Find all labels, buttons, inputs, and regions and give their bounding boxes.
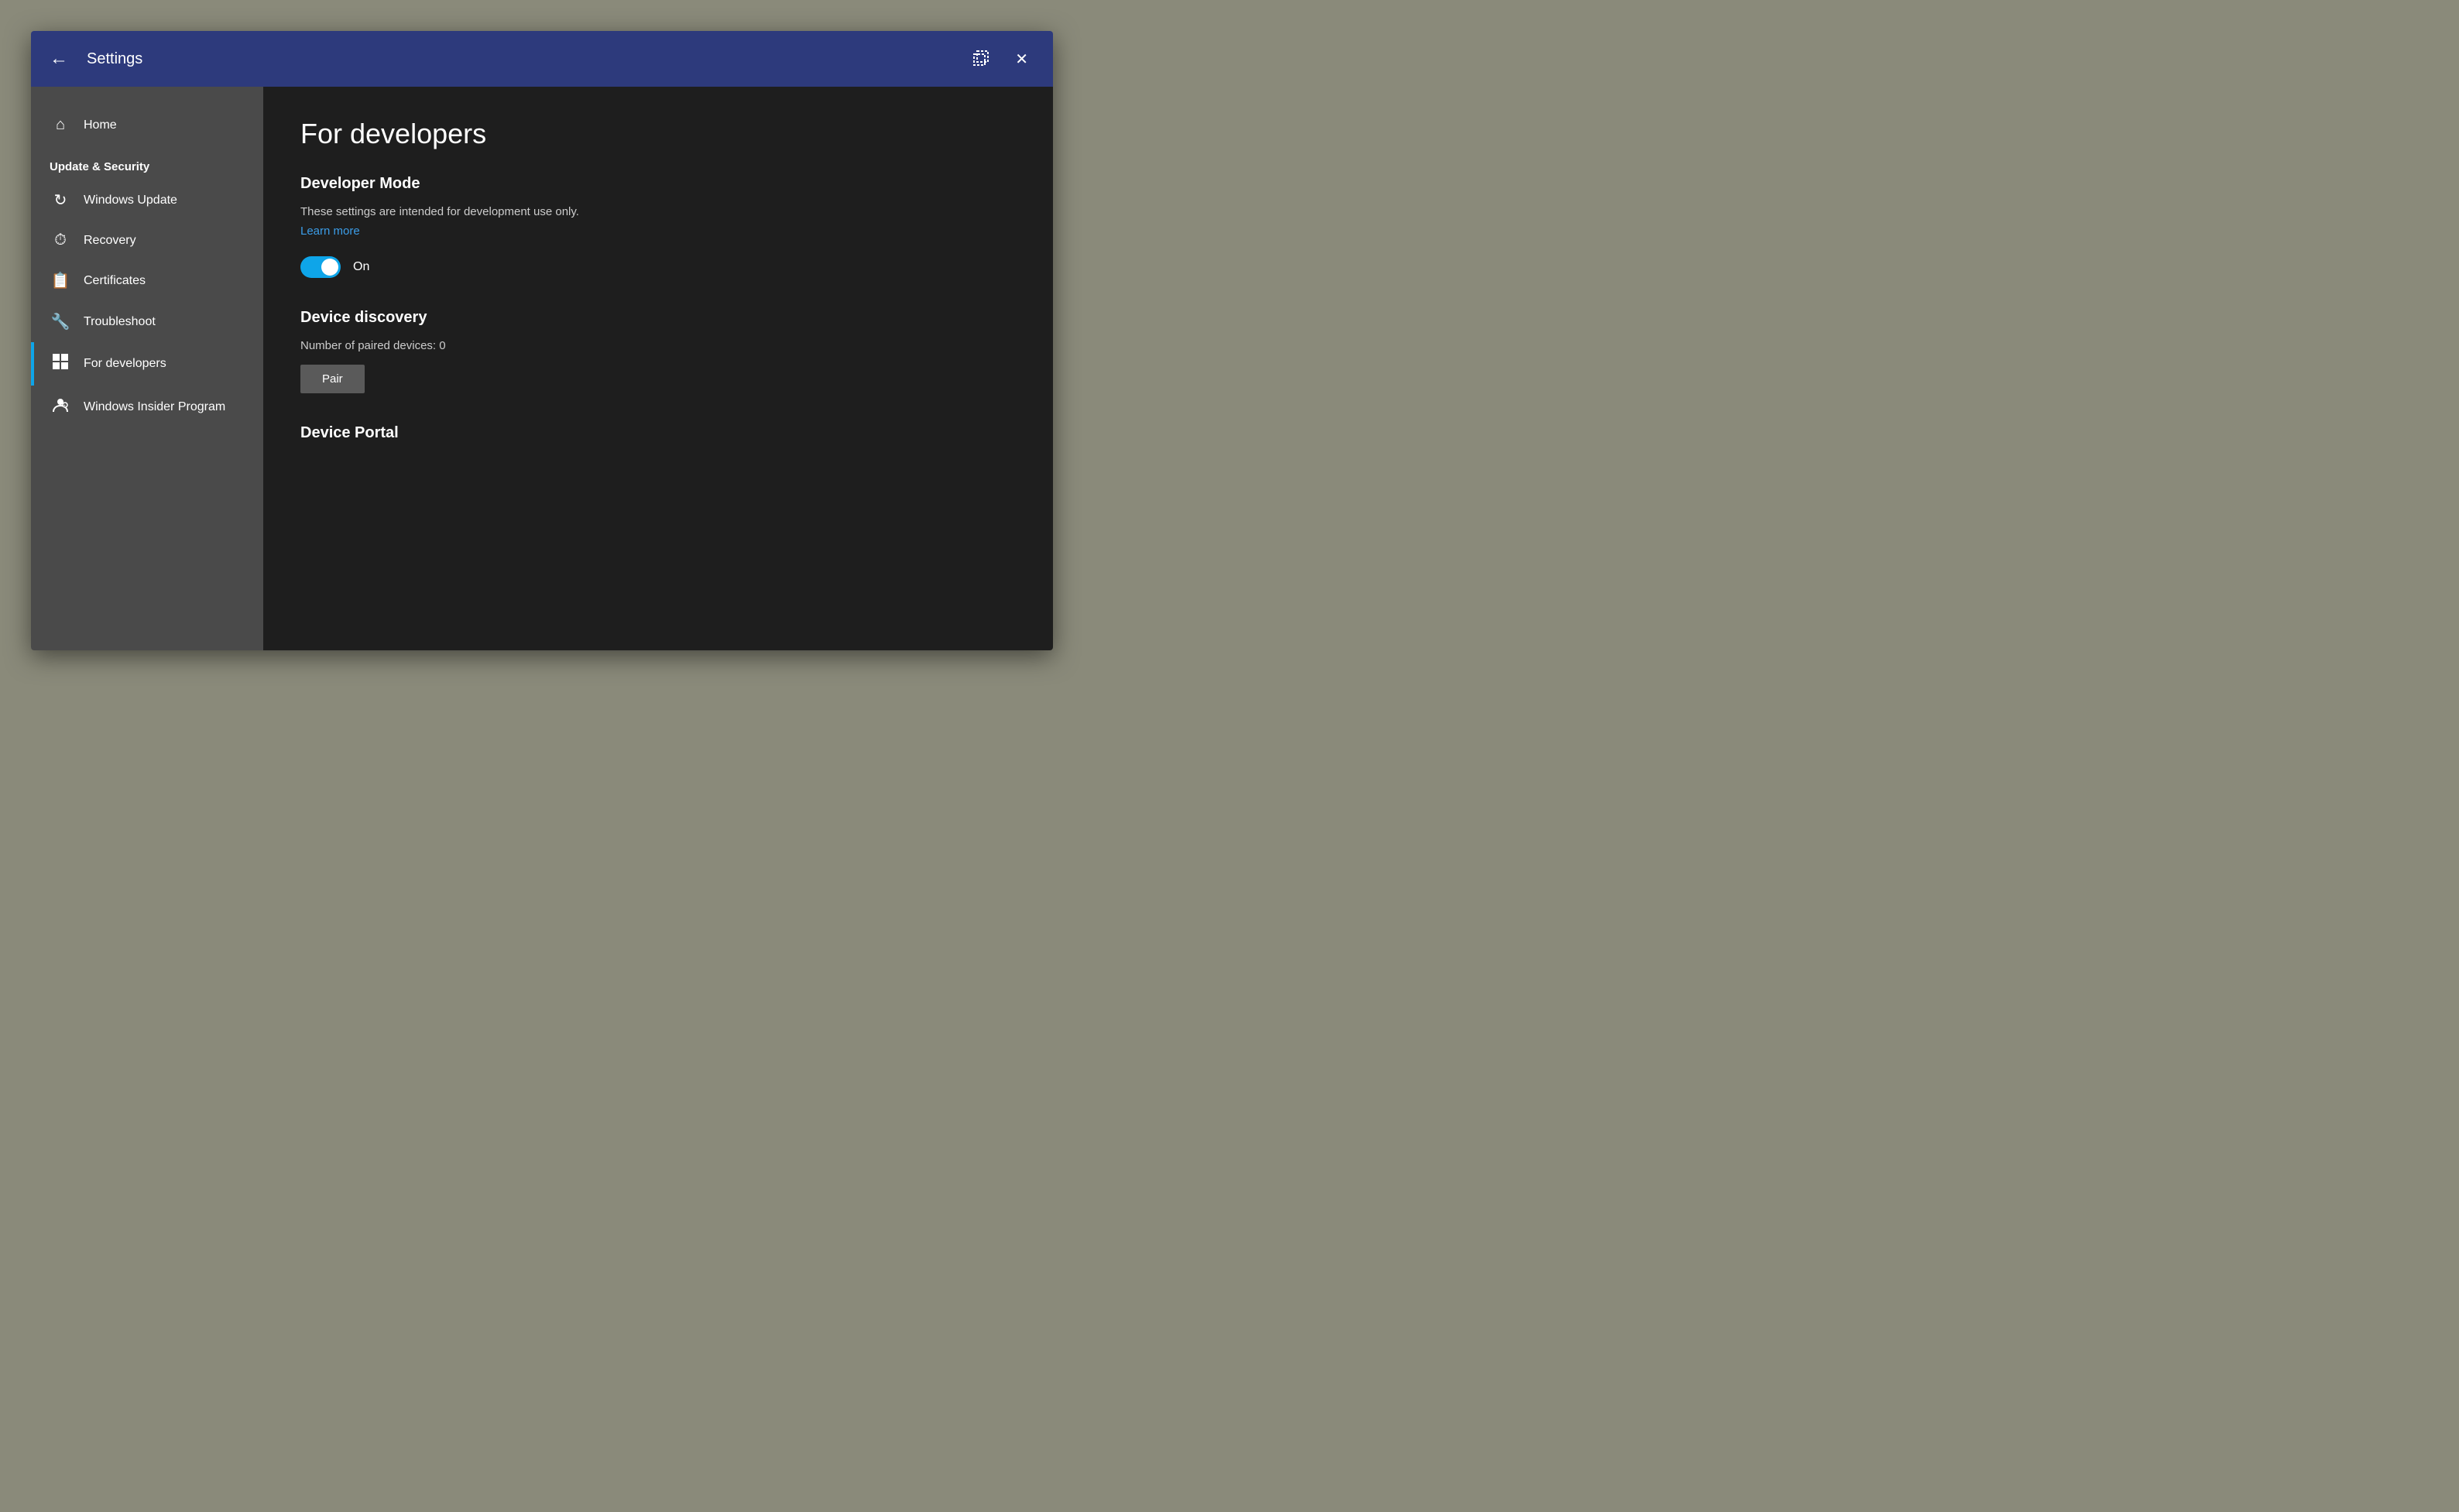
sidebar-item-troubleshoot[interactable]: 🔧 Troubleshoot: [31, 301, 263, 342]
restore-icon: [973, 50, 990, 67]
developer-mode-title: Developer Mode: [300, 175, 1016, 193]
sidebar-item-certificates[interactable]: 📋 Certificates: [31, 260, 263, 301]
back-button[interactable]: ←: [50, 48, 68, 70]
sidebar: ⌂ Home Update & Security ↻ Windows Updat…: [31, 87, 263, 650]
page-title: For developers: [300, 118, 1016, 150]
paired-devices-count: Number of paired devices: 0: [300, 339, 1016, 352]
window-title: Settings: [87, 50, 967, 68]
svg-text:+: +: [63, 404, 67, 409]
restore-button[interactable]: [967, 47, 996, 70]
developer-mode-description: These settings are intended for developm…: [300, 205, 1016, 218]
sidebar-item-windows-update[interactable]: ↻ Windows Update: [31, 180, 263, 221]
developer-mode-toggle[interactable]: [300, 256, 341, 278]
windows-insider-icon: +: [50, 396, 71, 418]
sidebar-item-for-developers-label: For developers: [84, 357, 166, 371]
sidebar-item-home[interactable]: ⌂ Home: [31, 105, 263, 145]
troubleshoot-icon: 🔧: [50, 312, 71, 331]
content-area: ⌂ Home Update & Security ↻ Windows Updat…: [31, 87, 1053, 650]
device-discovery-title: Device discovery: [300, 309, 1016, 327]
sidebar-item-windows-insider-label: Windows Insider Program: [84, 400, 225, 414]
window-controls: ✕: [967, 46, 1034, 72]
main-content: For developers Developer Mode These sett…: [263, 87, 1053, 650]
sidebar-item-troubleshoot-label: Troubleshoot: [84, 315, 156, 329]
device-portal-title: Device Portal: [300, 424, 1016, 442]
sidebar-item-certificates-label: Certificates: [84, 274, 146, 288]
settings-window: ← Settings ✕ ⌂ Home Update & Security: [31, 31, 1053, 650]
developer-mode-toggle-row: On: [300, 256, 1016, 278]
sidebar-item-recovery[interactable]: ⏱ Recovery: [31, 221, 263, 260]
recovery-icon: ⏱: [50, 231, 71, 249]
sidebar-item-windows-insider[interactable]: + Windows Insider Program: [31, 386, 263, 429]
titlebar: ← Settings ✕: [31, 31, 1053, 87]
sidebar-item-home-label: Home: [84, 118, 117, 132]
sidebar-item-windows-update-label: Windows Update: [84, 194, 177, 207]
developers-icon: [50, 353, 71, 375]
sidebar-item-for-developers[interactable]: For developers: [31, 342, 263, 386]
sidebar-section-header: Update & Security: [31, 145, 263, 180]
learn-more-link[interactable]: Learn more: [300, 225, 360, 238]
home-icon: ⌂: [50, 116, 71, 134]
pair-button[interactable]: Pair: [300, 365, 365, 393]
sidebar-item-recovery-label: Recovery: [84, 234, 136, 248]
close-button[interactable]: ✕: [1009, 46, 1034, 72]
certificates-icon: 📋: [50, 271, 71, 290]
windows-update-icon: ↻: [50, 190, 71, 210]
toggle-knob: [321, 259, 338, 276]
toggle-state-label: On: [353, 260, 369, 274]
